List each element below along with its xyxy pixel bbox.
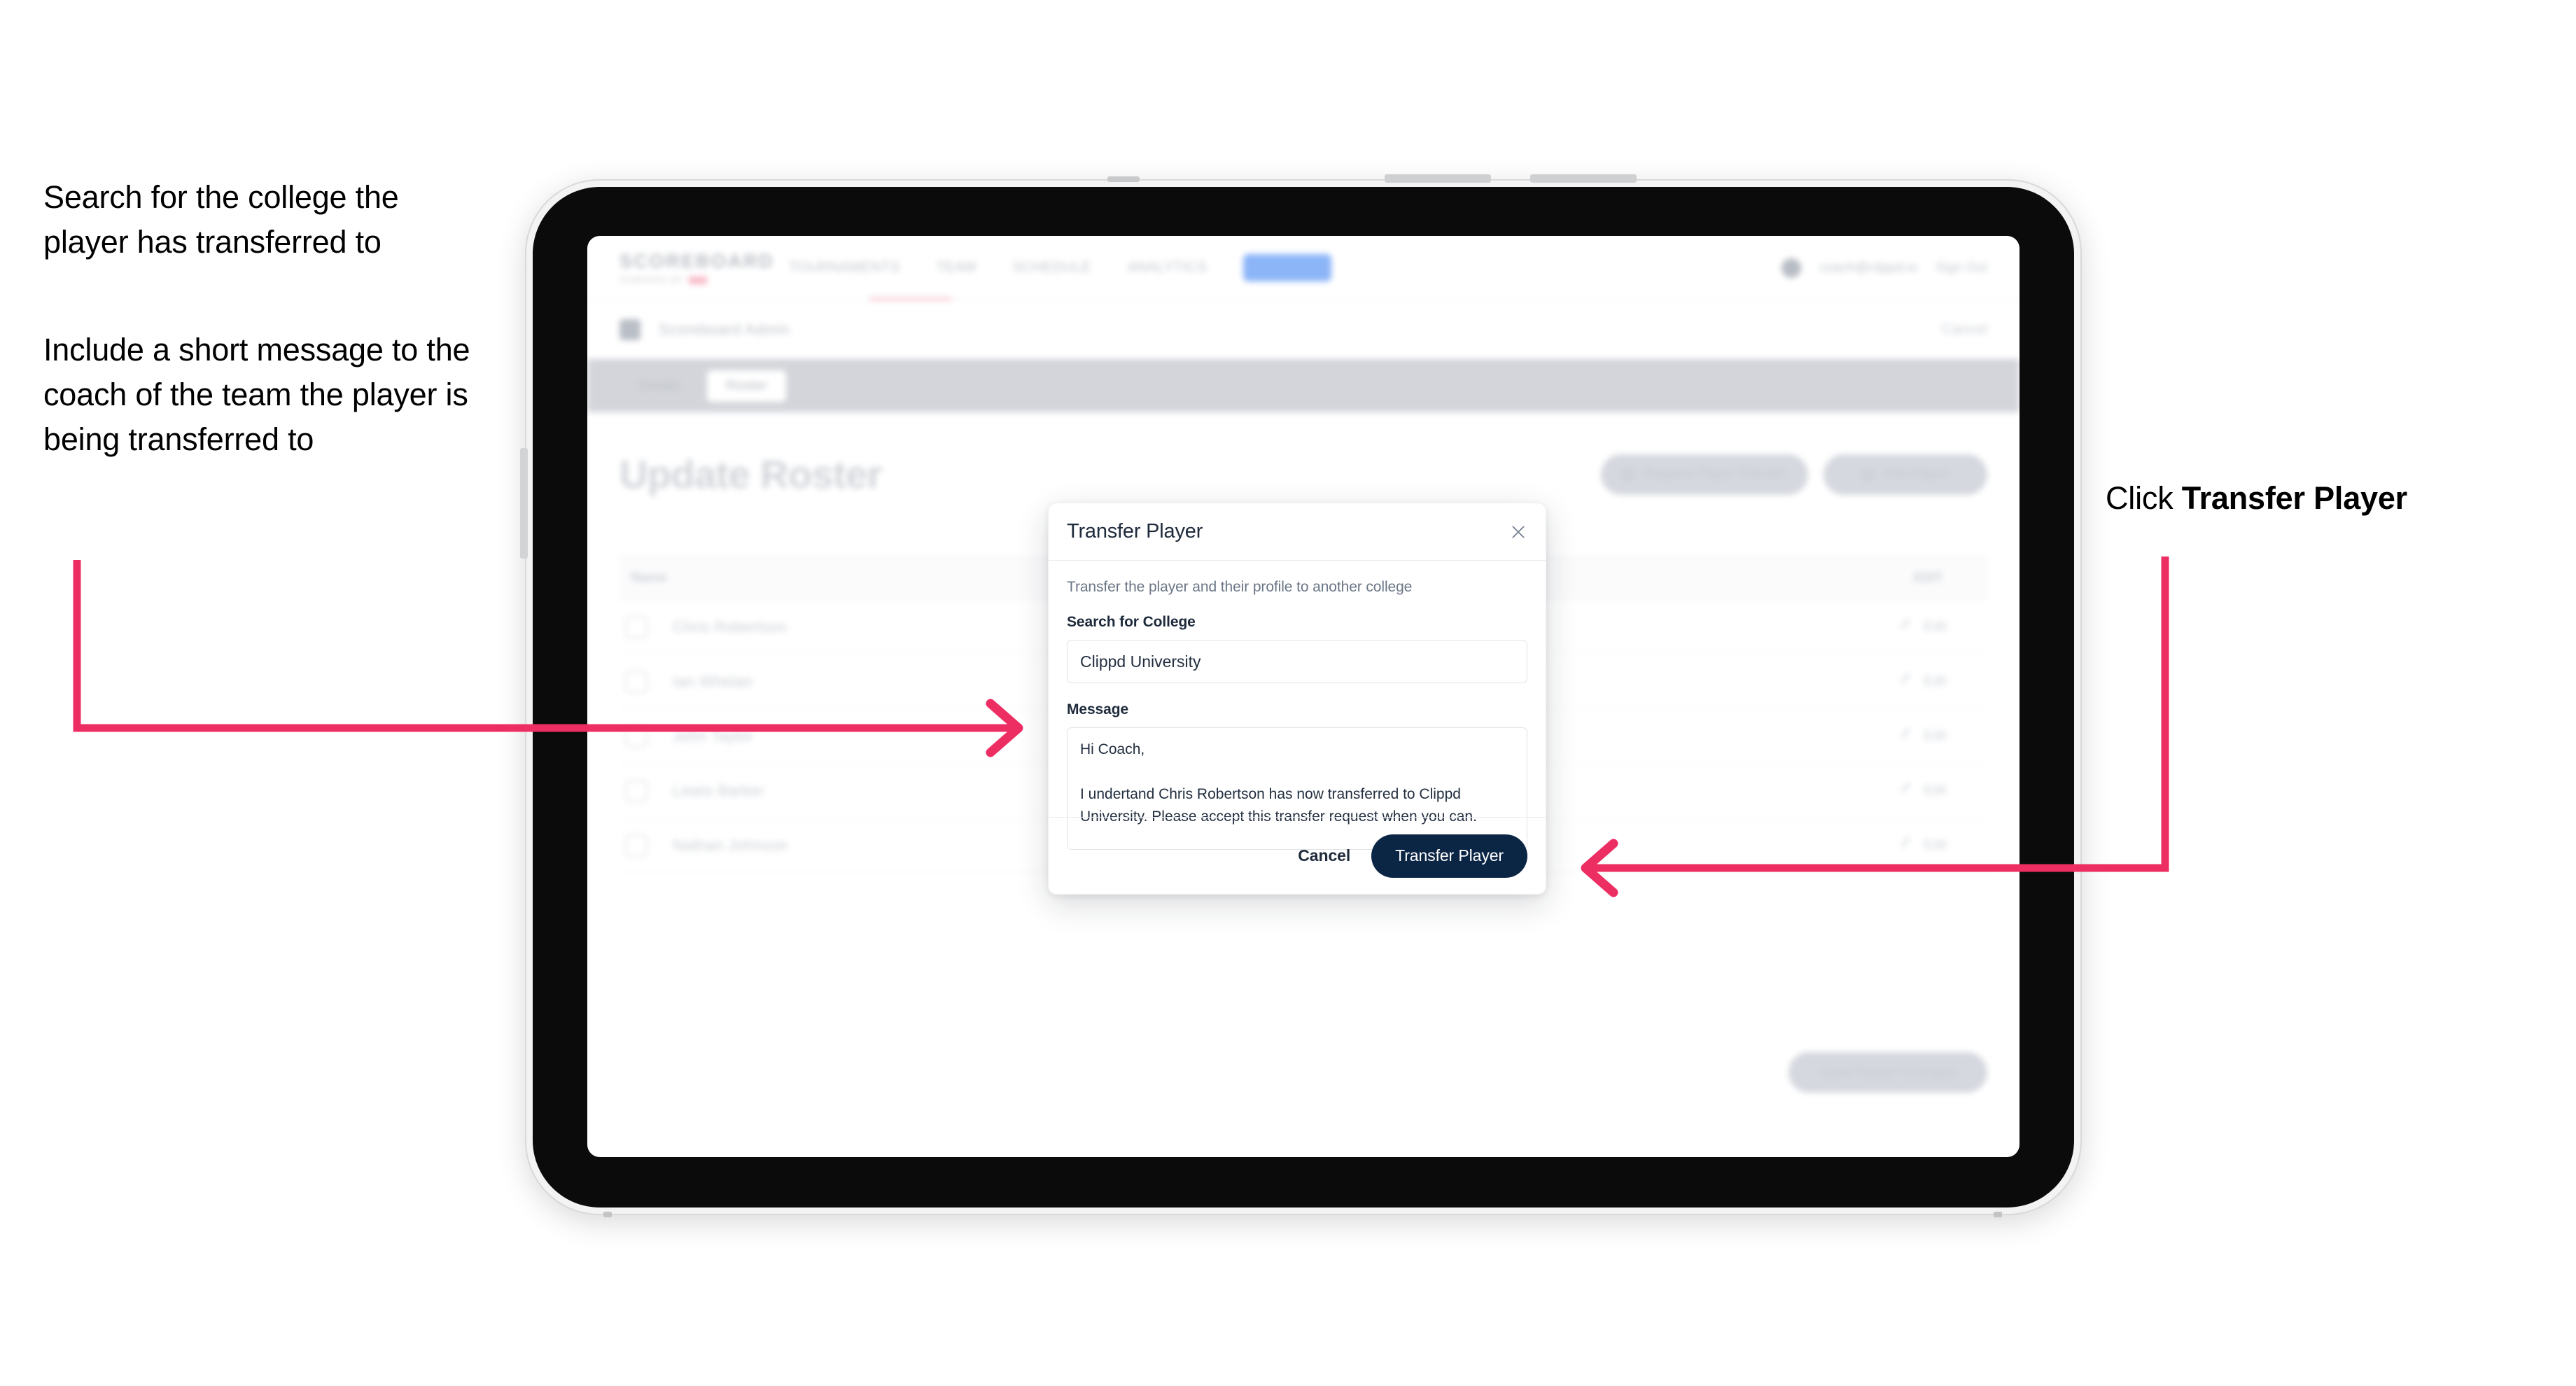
- edit-label: Edit: [1924, 728, 1947, 743]
- annotation-click-prefix: Click: [2106, 480, 2182, 516]
- edit-link[interactable]: Edit: [1900, 782, 1947, 799]
- transfer-player-modal: Transfer Player Transfer the player and …: [1048, 503, 1546, 895]
- app-nav-right: coach@clippd.io Sign Out: [1782, 258, 1987, 278]
- pencil-icon: [1900, 782, 1918, 799]
- cancel-button[interactable]: Cancel: [1298, 846, 1350, 865]
- pencil-icon: [1900, 836, 1918, 854]
- annotation-click-transfer: Click Transfer Player: [2106, 476, 2554, 521]
- request-player-transfer-button[interactable]: Request Player Transfer: [1601, 454, 1808, 495]
- app-logo-sub-label: POWERED BY: [620, 275, 685, 285]
- player-name: Lewis Barker: [673, 781, 764, 799]
- app-tabs: Details Roster: [587, 359, 2019, 412]
- transfer-icon: [1622, 468, 1634, 481]
- row-checkbox[interactable]: [625, 779, 648, 802]
- app-logo-text: SCOREBOARD: [620, 251, 775, 272]
- nav-item-roster[interactable]: ROSTER: [1243, 254, 1331, 281]
- transfer-player-button[interactable]: Transfer Player: [1371, 834, 1527, 878]
- device-speaker-right: [1994, 1212, 2002, 1217]
- app-navbar: SCOREBOARD POWERED BY TOURNAMENTS TEAM S…: [587, 236, 2019, 301]
- nav-user-email: coach@clippd.io: [1819, 260, 1918, 275]
- device-mic: [1107, 176, 1140, 182]
- save-roster-changes-button[interactable]: Save Roster Changes: [1788, 1052, 1987, 1093]
- breadcrumb: Scoreboard Admin: [659, 320, 790, 338]
- pencil-icon: [1900, 618, 1918, 636]
- search-college-input[interactable]: [1067, 640, 1527, 683]
- modal-title: Transfer Player: [1067, 520, 1203, 542]
- row-checkbox[interactable]: [625, 724, 648, 748]
- row-checkbox[interactable]: [625, 834, 648, 857]
- annotation-include-message: Include a short message to the coach of …: [43, 332, 470, 457]
- annotation-search-college: Search for the college the player has tr…: [43, 179, 399, 260]
- close-icon[interactable]: [1506, 520, 1530, 544]
- app-logo-badge: [689, 276, 708, 284]
- search-college-label: Search for College: [1067, 614, 1196, 630]
- modal-header: Transfer Player: [1049, 503, 1546, 561]
- app-nav-items: TOURNAMENTS TEAM SCHEDULE ANALYTICS ROST…: [789, 254, 1331, 281]
- annotation-click-bold: Transfer Player: [2181, 480, 2407, 516]
- tab-roster[interactable]: Roster: [707, 370, 787, 402]
- player-name: John Taylor: [673, 727, 754, 745]
- modal-footer: Cancel Transfer Player: [1049, 817, 1546, 894]
- app-logo[interactable]: SCOREBOARD POWERED BY: [620, 251, 775, 285]
- column-header-name: Name: [631, 570, 667, 585]
- player-name: Nathan Johnson: [673, 836, 788, 854]
- player-name: Ian Whelan: [673, 672, 753, 690]
- nav-item-analytics[interactable]: ANALYTICS: [1128, 260, 1207, 276]
- pencil-icon: [1900, 727, 1918, 745]
- app-action-buttons: Request Player Transfer Add Player: [1601, 454, 1987, 495]
- tab-details[interactable]: Details: [620, 370, 700, 402]
- device-volume-down-button: [1530, 174, 1637, 183]
- edit-label: Edit: [1924, 619, 1947, 634]
- message-label: Message: [1067, 701, 1129, 718]
- row-checkbox[interactable]: [625, 670, 648, 693]
- edit-label: Edit: [1924, 783, 1947, 798]
- row-checkbox[interactable]: [625, 615, 648, 638]
- player-name: Chris Robertson: [673, 617, 788, 636]
- app-subheader: Scoreboard Admin Cancel: [587, 300, 2019, 359]
- request-player-transfer-label: Request Player Transfer: [1644, 467, 1787, 482]
- modal-description: Transfer the player and their profile to…: [1067, 579, 1413, 595]
- edit-link[interactable]: Edit: [1900, 673, 1947, 690]
- breadcrumb-icon: [620, 318, 640, 340]
- avatar[interactable]: [1782, 258, 1802, 278]
- column-header-edit: EDIT: [1913, 570, 1942, 584]
- device-volume-up-button: [1385, 174, 1491, 183]
- edit-link[interactable]: Edit: [1900, 618, 1947, 636]
- pencil-icon: [1900, 673, 1918, 690]
- nav-item-team[interactable]: TEAM: [936, 260, 976, 276]
- subheader-cancel-button[interactable]: Cancel: [1942, 321, 1987, 338]
- edit-link[interactable]: Edit: [1900, 727, 1947, 745]
- edit-label: Edit: [1924, 673, 1947, 689]
- add-player-button[interactable]: Add Player: [1823, 454, 1987, 495]
- device-power-button: [520, 448, 528, 559]
- plus-icon: [1862, 468, 1875, 481]
- sign-out-button[interactable]: Sign Out: [1935, 260, 1987, 276]
- device-speaker-left: [603, 1212, 612, 1217]
- nav-item-schedule[interactable]: SCHEDULE: [1013, 260, 1091, 276]
- edit-link[interactable]: Edit: [1900, 836, 1947, 854]
- add-player-label: Add Player: [1884, 467, 1949, 482]
- screenshot-stage: Search for the college the player has tr…: [0, 0, 2576, 1386]
- nav-item-tournaments[interactable]: TOURNAMENTS: [789, 260, 899, 276]
- edit-label: Edit: [1924, 837, 1947, 853]
- app-logo-subtext: POWERED BY: [620, 275, 740, 285]
